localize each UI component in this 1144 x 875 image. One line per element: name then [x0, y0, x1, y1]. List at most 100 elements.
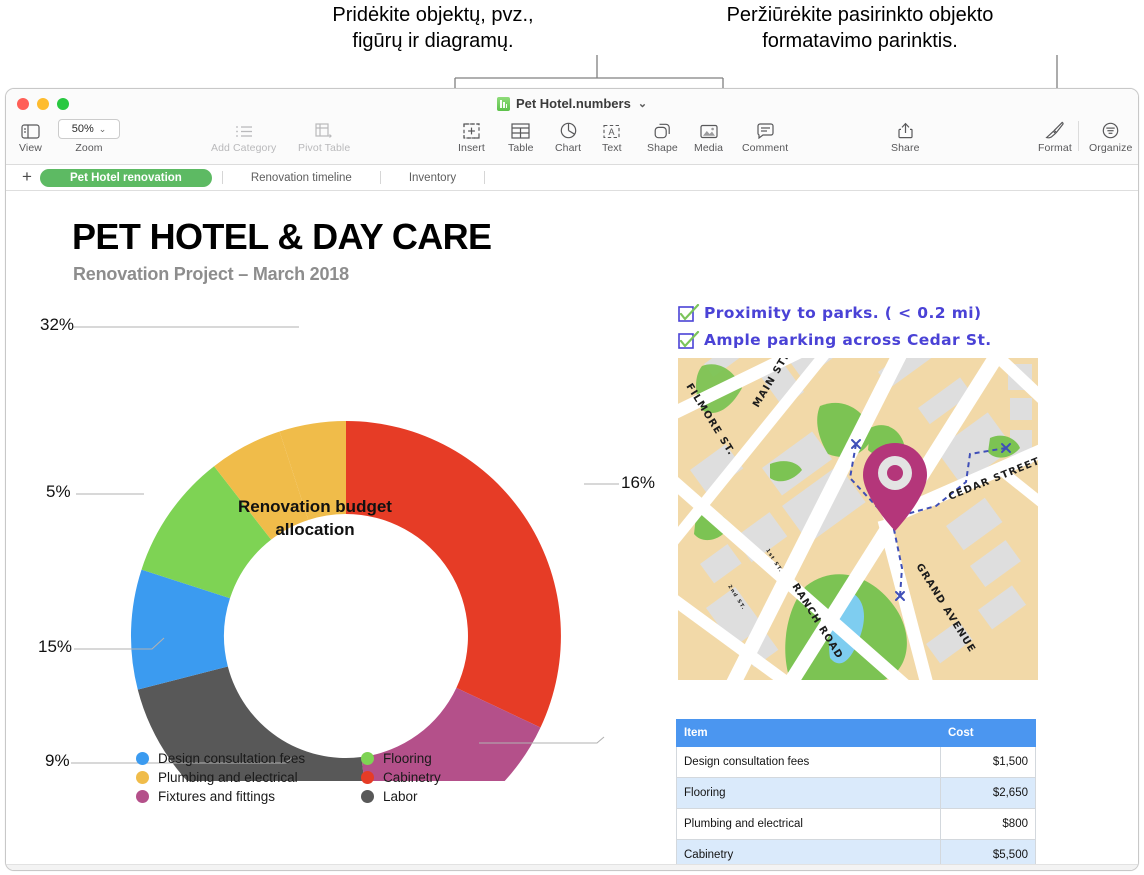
comment-button[interactable]: Comment [742, 119, 788, 154]
view-label: View [19, 142, 42, 154]
chart-label: Chart [555, 142, 582, 154]
sheet-tab-pet-hotel-renovation[interactable]: Pet Hotel renovation [40, 168, 212, 187]
chart-value-label-plumbing: 5% [46, 482, 71, 501]
sheet-canvas[interactable]: PET HOTEL & DAY CARE Renovation Project … [6, 191, 1138, 870]
comment-icon [757, 119, 774, 139]
legend-item: Labor [361, 787, 441, 806]
comment-label: Comment [742, 142, 789, 154]
callout-layer: Pridėkite objektų, pvz., figūrų ir diagr… [0, 0, 1144, 95]
chart-legend: Design consultation fees Flooring Plumbi… [136, 749, 441, 806]
checklist-item: Ample parking across Cedar St. [678, 326, 1048, 353]
chart-center-line1: Renovation budget [238, 497, 392, 516]
budget-donut-chart[interactable]: 32% 16% 5% 15% 9% Renovation budget allo… [24, 301, 664, 852]
zoom-control[interactable]: 50% ⌄ Zoom [58, 119, 120, 154]
pivot-table-label: Pivot Table [298, 142, 351, 154]
legend-swatch [361, 752, 374, 765]
zoom-value: 50% [71, 123, 94, 135]
text-button[interactable]: A Text [602, 119, 622, 154]
legend-item: Cabinetry [361, 768, 441, 787]
numbers-window: Pet Hotel.numbers ⌄ View 50% ⌄ Zoom Add … [5, 88, 1139, 871]
table-icon [511, 119, 530, 139]
window-titlebar: Pet Hotel.numbers ⌄ View 50% ⌄ Zoom Add … [6, 89, 1138, 165]
shape-button[interactable]: Shape [647, 119, 678, 154]
table-cell-cost[interactable]: $800 [940, 808, 1036, 840]
svg-text:A: A [609, 127, 615, 137]
checklist-label: Ample parking across Cedar St. [704, 330, 992, 349]
pivot-table-icon [315, 119, 333, 139]
chart-center-label: Renovation budget allocation [220, 496, 410, 541]
shape-label: Shape [647, 142, 678, 154]
table-cell-cost[interactable]: $2,650 [940, 777, 1036, 809]
legend-swatch [361, 771, 374, 784]
table-row: Fixtures and fittings$2,800 [677, 871, 1036, 872]
table-cell-cost[interactable]: $1,500 [940, 746, 1036, 778]
chart-value-label-cabinetry: 32% [40, 315, 75, 334]
legend-swatch [361, 790, 374, 803]
shape-icon [654, 119, 671, 139]
toolbar-divider [1078, 121, 1079, 151]
paintbrush-icon [1045, 119, 1065, 139]
chart-button[interactable]: Chart [555, 119, 581, 154]
add-sheet-button[interactable]: + [14, 168, 40, 187]
document-title-text: Pet Hotel.numbers [515, 96, 631, 111]
legend-label: Labor [383, 789, 418, 804]
table-label: Table [508, 142, 534, 154]
insert-icon [463, 119, 480, 139]
view-button[interactable]: View [19, 119, 42, 154]
page-title: PET HOTEL & DAY CARE [72, 216, 492, 257]
legend-swatch [136, 771, 149, 784]
chart-value-label-flooring: 15% [38, 637, 73, 656]
share-button[interactable]: Share [891, 119, 920, 154]
table-row: Plumbing and electrical $800 [676, 808, 1036, 840]
share-icon [898, 119, 913, 139]
sheet-tab-inventory[interactable]: Inventory [391, 169, 474, 187]
share-label: Share [891, 142, 920, 154]
table-button[interactable]: Table [508, 119, 534, 154]
pivot-table-button[interactable]: Pivot Table [298, 119, 350, 154]
location-map-image[interactable]: FILMORE ST. MAIN STREET CEDAR STREET GRA… [678, 358, 1038, 680]
zoom-label: Zoom [75, 142, 103, 154]
horizontal-scrollbar[interactable] [6, 864, 1138, 870]
table-cell-item[interactable]: Fixtures and fittings [677, 871, 941, 872]
legend-item: Flooring [361, 749, 441, 768]
slice-cabinetry [346, 421, 561, 728]
legend-label: Flooring [383, 751, 432, 766]
table-cell-item[interactable]: Design consultation fees [676, 746, 941, 778]
insert-button[interactable]: Insert [458, 119, 485, 154]
budget-table[interactable]: Item Cost Design consultation fees $1,500… [676, 719, 1036, 872]
text-label: Text [602, 142, 622, 154]
add-category-button[interactable]: Add Category [211, 119, 276, 154]
main-toolbar: View 50% ⌄ Zoom Add Category Pivot Table… [6, 115, 1138, 165]
legend-item: Design consultation fees [136, 749, 361, 768]
table-cell-item[interactable]: Flooring [676, 777, 941, 809]
table-header-row: Item Cost [676, 719, 1036, 747]
organize-button[interactable]: Organize [1089, 119, 1132, 154]
legend-swatch [136, 790, 149, 803]
page-subtitle: Renovation Project – March 2018 [73, 264, 349, 284]
sheet-tab-renovation-timeline[interactable]: Renovation timeline [233, 169, 370, 187]
zoom-select[interactable]: 50% ⌄ [58, 119, 120, 139]
media-button[interactable]: Media [694, 119, 723, 154]
legend-item: Plumbing and electrical [136, 768, 361, 787]
format-button[interactable]: Format [1038, 119, 1072, 154]
checklist-label: Proximity to parks. ( < 0.2 mi) [704, 303, 982, 322]
add-category-label: Add Category [211, 142, 277, 154]
legend-label: Cabinetry [383, 770, 441, 785]
organize-icon [1102, 119, 1119, 139]
chart-icon [560, 119, 577, 139]
chart-value-label-fixtures: 16% [621, 473, 656, 492]
table-header-cost[interactable]: Cost [940, 719, 1036, 747]
table-cell-item[interactable]: Plumbing and electrical [676, 808, 941, 840]
handwritten-checklist: Proximity to parks. ( < 0.2 mi) Ample pa… [678, 299, 1048, 353]
checklist-item: Proximity to parks. ( < 0.2 mi) [678, 299, 1048, 326]
table-header-item[interactable]: Item [676, 719, 941, 747]
sheet-tabbar: + Pet Hotel renovation Renovation timeli… [6, 165, 1138, 191]
sidebar-icon [21, 119, 40, 139]
table-cell-cost[interactable]: $2,800 [941, 871, 1036, 872]
chevron-down-icon[interactable]: ⌄ [638, 97, 647, 110]
format-label: Format [1038, 142, 1072, 154]
map-svg: FILMORE ST. MAIN STREET CEDAR STREET GRA… [678, 358, 1038, 680]
checkbox-checked-icon [678, 330, 700, 349]
insert-label: Insert [458, 142, 485, 154]
document-title[interactable]: Pet Hotel.numbers ⌄ [6, 96, 1138, 111]
